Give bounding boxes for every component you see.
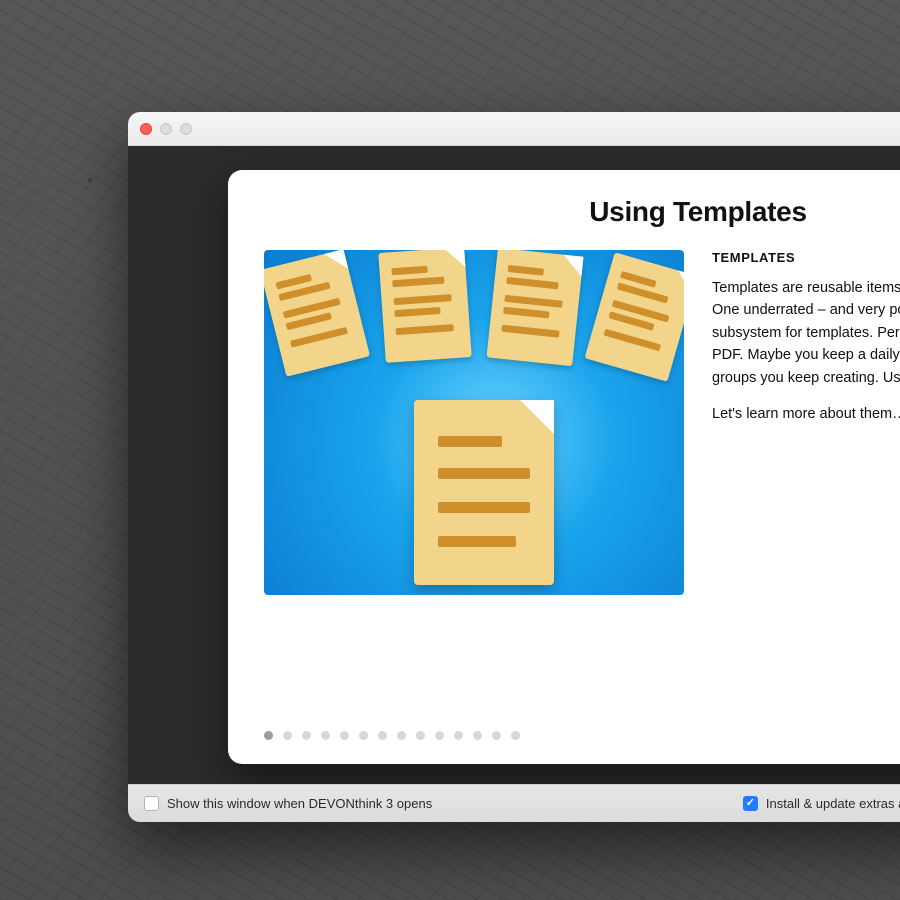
sidebar-paragraph: Let's learn more about them…	[712, 403, 900, 425]
document-icon	[264, 250, 370, 377]
pager-dot[interactable]	[397, 731, 406, 740]
slide-content: TEMPLATES Templates are reusable items y…	[264, 250, 900, 595]
onboarding-window: Welcome | Get Support | Install Extras U…	[128, 112, 900, 822]
auto-update-checkbox[interactable]	[743, 796, 758, 811]
pager-dot[interactable]	[416, 731, 425, 740]
document-icon	[486, 250, 583, 366]
pager-dot[interactable]	[340, 731, 349, 740]
pager	[264, 731, 520, 740]
document-icon	[585, 252, 684, 381]
pager-dot[interactable]	[511, 731, 520, 740]
pager-dot[interactable]	[378, 731, 387, 740]
show-on-open-label[interactable]: Show this window when DEVONthink 3 opens	[167, 796, 432, 811]
pager-dot[interactable]	[435, 731, 444, 740]
pager-dot[interactable]	[302, 731, 311, 740]
sidebar-paragraph: Templates are reusable items you copy an…	[712, 277, 900, 389]
document-icon	[414, 400, 554, 585]
footer: Show this window when DEVONthink 3 opens…	[128, 784, 900, 822]
pager-dot[interactable]	[359, 731, 368, 740]
slide-card: Using Templates	[228, 170, 900, 764]
document-icon	[378, 250, 471, 363]
templates-illustration	[264, 250, 684, 595]
pager-dot[interactable]	[473, 731, 482, 740]
slide-title: Using Templates	[264, 196, 900, 228]
close-icon[interactable]	[140, 123, 152, 135]
minimize-icon[interactable]	[160, 123, 172, 135]
slide-sidebar-text: TEMPLATES Templates are reusable items y…	[712, 250, 900, 440]
auto-update-label[interactable]: Install & update extras automatically	[766, 796, 900, 811]
sidebar-heading: TEMPLATES	[712, 250, 900, 265]
pager-dot[interactable]	[492, 731, 501, 740]
pager-dot[interactable]	[283, 731, 292, 740]
stage: Welcome | Get Support | Install Extras U…	[128, 146, 900, 784]
pager-dot[interactable]	[321, 731, 330, 740]
pager-dot[interactable]	[454, 731, 463, 740]
pager-dot[interactable]	[264, 731, 273, 740]
zoom-icon[interactable]	[180, 123, 192, 135]
titlebar	[128, 112, 900, 146]
show-on-open-checkbox[interactable]	[144, 796, 159, 811]
